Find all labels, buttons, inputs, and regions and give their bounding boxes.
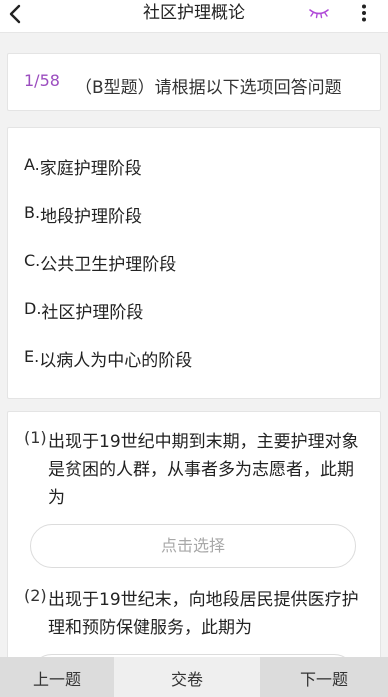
sub-question-1: (1) 出现于19世纪中期到末期，主要护理对象是贫困的人群，从事者多为志愿者，此… <box>24 428 364 512</box>
sub-question-number: (1) <box>24 428 47 447</box>
option-letter: B. <box>24 203 41 222</box>
option-a: A.家庭护理阶段 <box>24 154 142 184</box>
sub-question-text: 出现于19世纪中期到末期，主要护理对象是贫困的人群，从事者多为志愿者，此期为 <box>48 432 359 508</box>
prev-question-button[interactable]: 上一题 <box>0 657 114 697</box>
option-letter: C. <box>24 251 41 270</box>
question-type-text: （B型题）请根据以下选项回答问题 <box>75 78 342 98</box>
option-text: 以病人为中心的阶段 <box>39 351 193 371</box>
option-e: E.以病人为中心的阶段 <box>24 346 192 376</box>
more-vertical-icon <box>362 4 366 22</box>
next-question-button[interactable]: 下一题 <box>260 657 388 697</box>
options-card: A.家庭护理阶段 B.地段护理阶段 C.公共卫生护理阶段 D.社区护理阶段 E.… <box>7 127 381 399</box>
option-letter: A. <box>24 155 40 174</box>
bottom-nav: 上一题 交卷 下一题 <box>0 657 388 697</box>
option-letter: D. <box>24 299 42 318</box>
more-menu-button[interactable] <box>354 0 374 26</box>
option-text: 公共卫生护理阶段 <box>40 255 177 275</box>
sub-questions-card: (1) 出现于19世纪中期到末期，主要护理对象是贫困的人群，从事者多为志愿者，此… <box>7 411 381 697</box>
question-header-card: 1/58 （B型题）请根据以下选项回答问题 <box>7 53 381 111</box>
sub-question-number: (2) <box>24 586 47 605</box>
app: 社区护理概论 1/58 （B型题）请根据以下选项回答问题 A.家庭护理阶段 B.… <box>0 0 388 697</box>
sub-question-2: (2) 出现于19世纪末，向地段居民提供医疗护理和预防保健服务，此期为 <box>24 586 364 642</box>
eye-toggle-button[interactable] <box>307 4 331 22</box>
chevron-left-icon <box>9 4 21 24</box>
option-d: D.社区护理阶段 <box>24 298 143 328</box>
question-progress: 1/58 <box>24 71 60 90</box>
select-answer-button[interactable]: 点击选择 <box>30 524 356 568</box>
sub-question-text: 出现于19世纪末，向地段居民提供医疗护理和预防保健服务，此期为 <box>48 590 359 638</box>
back-button[interactable] <box>2 0 28 28</box>
closed-eye-icon <box>309 9 329 19</box>
option-text: 家庭护理阶段 <box>39 159 142 179</box>
option-text: 地段护理阶段 <box>40 207 143 227</box>
submit-exam-button[interactable]: 交卷 <box>114 657 260 697</box>
option-c: C.公共卫生护理阶段 <box>24 250 176 280</box>
top-bar: 社区护理概论 <box>0 0 388 33</box>
option-letter: E. <box>24 347 40 366</box>
option-b: B.地段护理阶段 <box>24 202 142 232</box>
option-text: 社区护理阶段 <box>41 303 144 323</box>
